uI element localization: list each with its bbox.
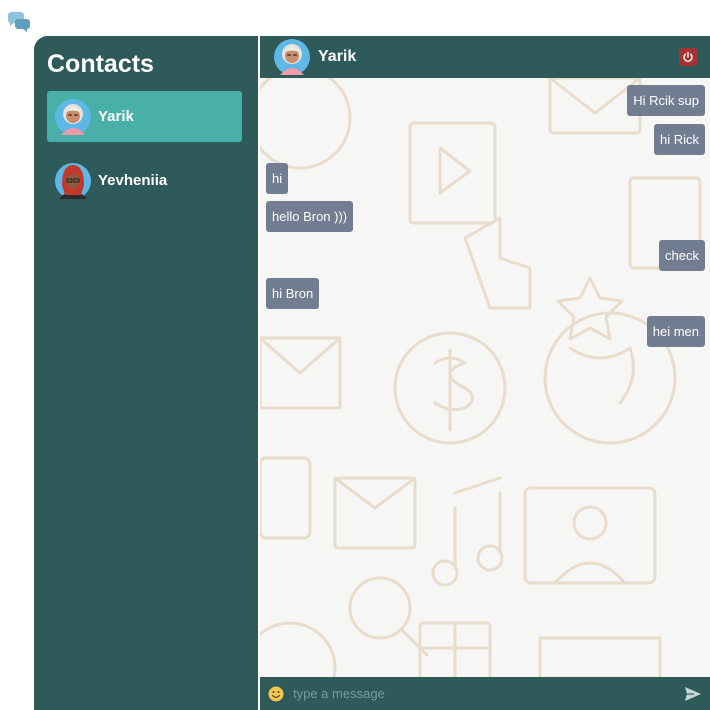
message-list: Hi Rcik sup hi Rick hi hello Bron ))) ch… xyxy=(260,78,710,677)
contacts-title: Contacts xyxy=(47,50,154,78)
avatar-yarik xyxy=(274,39,310,75)
send-icon[interactable] xyxy=(684,685,702,703)
contact-item-yevheniia[interactable]: Yevheniia xyxy=(47,155,242,206)
message-bubble-incoming: hi Bron xyxy=(266,278,320,309)
contacts-sidebar: Contacts Yarik Yevheniia xyxy=(34,36,258,710)
message-input[interactable] xyxy=(293,682,684,705)
message-bubble-incoming: hi xyxy=(266,163,289,194)
contact-item-yarik[interactable]: Yarik xyxy=(47,91,242,142)
chat-contact-name: Yarik xyxy=(318,48,357,65)
smiley-icon[interactable] xyxy=(268,686,284,702)
chat-panel: Yarik Hi Rcik sup hi Rick hi hello Bron … xyxy=(258,36,710,710)
message-bubble-outgoing: Hi Rcik sup xyxy=(627,85,705,116)
power-icon xyxy=(683,51,693,62)
message-bubble-outgoing: hei men xyxy=(646,316,705,347)
message-bubble-outgoing: check xyxy=(659,240,705,271)
message-composer xyxy=(260,677,710,710)
app-logo-icon xyxy=(7,12,30,32)
messenger-app: Contacts Yarik Yevheniia Yarik Hi Rcik s… xyxy=(34,36,710,710)
avatar-yarik xyxy=(55,98,91,135)
contact-name: Yarik xyxy=(98,108,134,125)
avatar-yevheniia xyxy=(55,162,91,199)
logout-button[interactable] xyxy=(679,48,697,66)
message-bubble-incoming: hello Bron ))) xyxy=(266,201,354,232)
message-bubble-outgoing: hi Rick xyxy=(653,124,705,155)
contact-name: Yevheniia xyxy=(98,172,168,189)
chat-header: Yarik xyxy=(260,36,710,78)
